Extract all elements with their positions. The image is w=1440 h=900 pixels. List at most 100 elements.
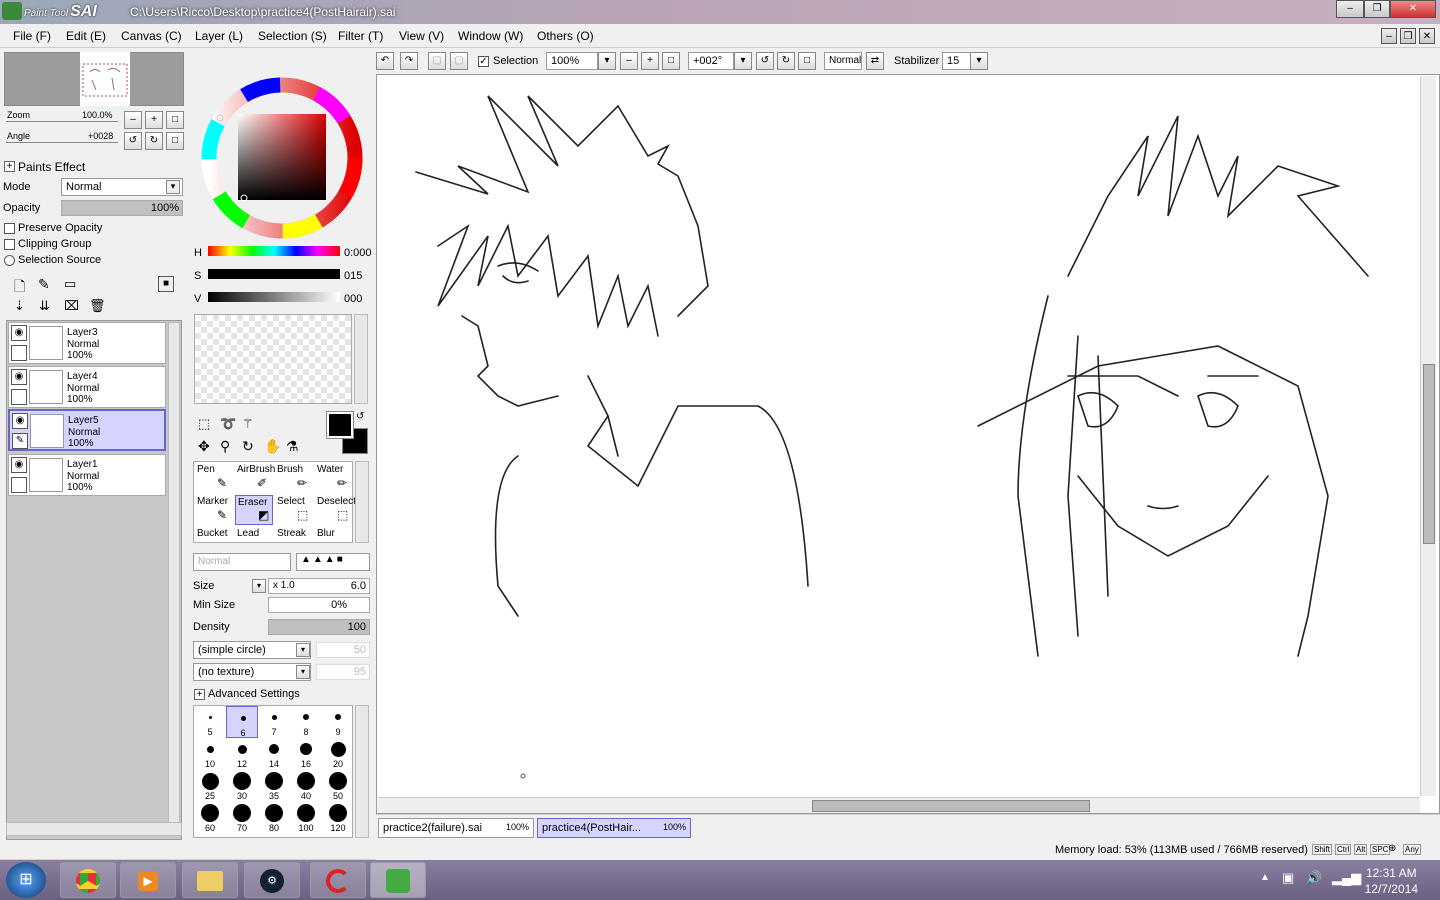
tool-lead[interactable]: Lead (235, 527, 273, 541)
menu-filter[interactable]: Filter (T) (338, 29, 383, 43)
layer-mask-icon[interactable]: ■ (158, 276, 174, 292)
rotate-reset-button[interactable]: □ (798, 52, 816, 70)
brush-texture-select[interactable]: (no texture) (193, 663, 311, 681)
layer-item[interactable]: ◉ Layer4 Normal 100% (8, 366, 166, 408)
brush-size-cell[interactable]: 12 (226, 738, 258, 770)
minimize-button[interactable]: – (1336, 0, 1364, 18)
merge-down-icon[interactable]: ⇊ (39, 298, 50, 314)
brush-size-cell[interactable]: 50 (322, 770, 352, 802)
saturation-slider[interactable] (208, 269, 340, 279)
brush-texture-strength[interactable]: 95 (316, 664, 370, 680)
menu-edit[interactable]: Edit (E) (66, 29, 106, 43)
pen-icon[interactable]: ✎ (12, 433, 28, 449)
selection-source-checkbox[interactable] (4, 255, 15, 266)
brush-blend-select[interactable]: Normal (193, 553, 291, 571)
mode-select[interactable]: Normal ▾ (61, 178, 183, 196)
menu-others[interactable]: Others (O) (537, 29, 594, 43)
layer-scrollbar[interactable] (168, 322, 180, 834)
zoom-reset-button[interactable]: □ (662, 52, 680, 70)
tool-water[interactable]: Water ✏ (315, 463, 353, 493)
menu-window[interactable]: Window (W) (458, 29, 523, 43)
magnify-icon[interactable]: ⚲ (220, 438, 230, 455)
rotate-left-button[interactable]: ↺ (756, 52, 774, 70)
drawing-canvas[interactable] (378, 76, 1420, 796)
opacity-slider[interactable]: 100% (61, 200, 183, 216)
network-icon[interactable]: ▂▄▆ (1332, 870, 1361, 886)
new-layer-icon[interactable]: 🗋 (14, 276, 25, 300)
menu-file[interactable]: File (F) (13, 29, 51, 43)
paint-tool-sai-icon[interactable] (370, 862, 426, 898)
zoom-slider[interactable] (6, 121, 118, 122)
trash-icon[interactable]: 🗑 (89, 298, 106, 314)
eye-icon[interactable]: ◉ (11, 369, 27, 385)
brush-size-cell[interactable]: 7 (258, 706, 290, 738)
explorer-icon[interactable] (182, 862, 238, 898)
brush-size-cell[interactable]: 20 (322, 738, 352, 770)
primary-color-swatch[interactable] (326, 411, 354, 439)
lasso-icon[interactable]: ➰ (220, 416, 236, 432)
tool-marker[interactable]: Marker ✎ (195, 495, 233, 525)
rect-select-icon[interactable]: ⬚ (198, 416, 210, 432)
lock-checkbox[interactable] (11, 477, 27, 493)
brush-shape-strength[interactable]: 50 (316, 642, 370, 658)
brush-size-cell[interactable]: 14 (258, 738, 290, 770)
stabilizer-dropdown-icon[interactable]: ▾ (970, 52, 988, 70)
hue-slider[interactable] (208, 246, 340, 256)
brush-size-cell[interactable]: 10 (194, 738, 226, 770)
advanced-settings-label[interactable]: Advanced Settings (208, 688, 300, 700)
menu-view[interactable]: View (V) (399, 29, 444, 43)
tool-scrollbar[interactable] (355, 461, 369, 543)
move-icon[interactable]: ✥ (198, 438, 210, 455)
expand-icon[interactable]: + (194, 689, 205, 700)
layer-item[interactable]: ◉ Layer1 Normal 100% (8, 454, 166, 496)
tool-pen[interactable]: Pen ✎ (195, 463, 233, 493)
canvas-vscrollbar[interactable] (1420, 76, 1436, 796)
menu-layer[interactable]: Layer (L) (195, 29, 243, 43)
zoom-out-button[interactable]: – (620, 52, 638, 70)
nav-zoom-in-button[interactable]: + (145, 111, 163, 129)
tool-streak[interactable]: Streak (275, 527, 313, 541)
eyedropper-icon[interactable]: ⚗ (286, 438, 299, 455)
size-slider[interactable]: x 1.0 6.0 (268, 578, 370, 594)
brush-size-cell[interactable]: 40 (290, 770, 322, 802)
rotate-right-button[interactable]: ↻ (777, 52, 795, 70)
swap-colors-icon[interactable]: ↺ (356, 411, 364, 422)
eye-icon[interactable]: ◉ (12, 413, 28, 429)
brush-grid-scrollbar[interactable] (355, 705, 369, 838)
brush-size-cell[interactable]: 70 (226, 802, 258, 834)
angle-dropdown-icon[interactable]: ▾ (734, 52, 752, 70)
tool-blur[interactable]: Blur (315, 527, 353, 541)
rotate-icon[interactable]: ↻ (242, 438, 254, 455)
new-folder-icon[interactable]: ▭ (64, 276, 76, 292)
undo-button[interactable]: ↶ (376, 52, 394, 70)
brush-edge-selector[interactable]: ▲▲▲■ (296, 553, 370, 571)
doc-close-button[interactable]: ✕ (1419, 28, 1435, 44)
brush-size-cell[interactable]: 6 (226, 706, 258, 738)
redo-button[interactable]: ↷ (400, 52, 418, 70)
size-multiplier-dropdown[interactable]: ▾ (252, 579, 266, 593)
document-tab-active[interactable]: practice4(PostHair... 100% (537, 818, 691, 838)
nav-zoom-reset-button[interactable]: □ (166, 111, 184, 129)
min-size-slider[interactable]: 0% (268, 597, 370, 613)
doc-minimize-button[interactable]: – (1381, 28, 1397, 44)
brush-size-cell[interactable]: 80 (258, 802, 290, 834)
close-button[interactable]: ✕ (1390, 0, 1436, 18)
media-player-icon[interactable]: ▶ (120, 862, 176, 898)
new-linework-layer-icon[interactable]: ✎ (38, 276, 50, 293)
value-slider[interactable] (208, 292, 340, 302)
zoom-in-button[interactable]: + (641, 52, 659, 70)
menu-canvas[interactable]: Canvas (C) (121, 29, 182, 43)
nav-rotate-reset-button[interactable]: □ (166, 132, 184, 150)
brush-size-cell[interactable]: 16 (290, 738, 322, 770)
selection-checkbox[interactable]: ✓ (478, 56, 489, 67)
tray-device-icon[interactable]: ▣ (1282, 870, 1294, 886)
brush-size-cell[interactable]: 30 (226, 770, 258, 802)
deselect-button[interactable]: ▢ (428, 52, 446, 70)
blend-mode-field[interactable]: Normal (824, 52, 862, 70)
nav-rotate-right-button[interactable]: ↻ (145, 132, 163, 150)
zoom-field[interactable]: 100% (546, 52, 598, 70)
layer-item[interactable]: ◉ Layer3 Normal 100% (8, 322, 166, 364)
tool-deselect[interactable]: Deselect ⬚ (315, 495, 356, 525)
chevron-down-icon[interactable]: ▾ (296, 643, 310, 657)
tool-bucket[interactable]: Bucket (195, 527, 233, 541)
